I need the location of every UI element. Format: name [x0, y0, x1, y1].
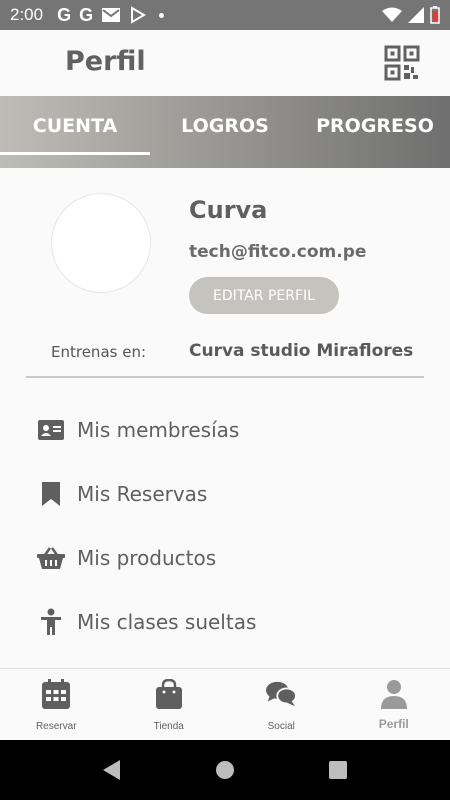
nav-label: Social	[267, 721, 295, 732]
menu-item-productos[interactable]: Mis productos	[0, 530, 450, 586]
tab-cuenta[interactable]: CUENTA	[0, 96, 150, 168]
back-icon[interactable]	[101, 759, 123, 781]
nav-label: Tienda	[153, 721, 184, 732]
avatar[interactable]	[51, 193, 151, 293]
menu-item-reservas[interactable]: Mis Reservas	[0, 466, 450, 522]
edit-profile-button[interactable]: EDITAR PERFIL	[189, 277, 339, 314]
system-nav-bar	[0, 740, 450, 800]
train-location: Curva studio Miraflores	[189, 341, 414, 361]
basket-icon	[37, 544, 65, 572]
tab-bar: CUENTA LOGROS PROGRESO	[0, 96, 450, 168]
id-card-icon	[37, 416, 65, 444]
menu-item-label: Mis Reservas	[77, 482, 208, 506]
user-icon	[379, 679, 409, 709]
bookmark-icon	[37, 480, 65, 508]
tab-logros[interactable]: LOGROS	[150, 96, 300, 168]
nav-label: Reservar	[35, 721, 77, 732]
menu-item-label: Mis membresías	[77, 418, 240, 442]
status-system-icons	[382, 6, 440, 24]
play-store-icon	[131, 6, 147, 24]
recents-icon[interactable]	[327, 759, 349, 781]
status-time: 2:00	[10, 5, 44, 24]
profile-name: Curva	[189, 196, 268, 224]
chat-icon	[266, 679, 297, 709]
menu-item-label: Mis productos	[77, 546, 217, 570]
person-icon	[37, 608, 65, 636]
more-notifications-dot	[159, 12, 165, 18]
qr-code-icon	[384, 45, 420, 81]
nav-item-social[interactable]: Social	[225, 669, 338, 740]
shopping-bag-icon	[154, 679, 184, 709]
battery-icon	[430, 6, 440, 24]
google-icon: G	[79, 4, 94, 25]
bottom-nav: Reservar Tienda Social Perfil	[0, 668, 450, 740]
notification-icons: G G	[57, 4, 165, 26]
qr-code-button[interactable]	[384, 45, 420, 81]
nav-label: Perfil	[378, 717, 409, 731]
train-label: Entrenas en:	[51, 343, 147, 361]
menu-item-clases-sueltas[interactable]: Mis clases sueltas	[0, 594, 450, 650]
tab-progreso[interactable]: PROGRESO	[300, 96, 450, 168]
google-icon: G	[57, 4, 72, 25]
app-header: Perfil	[0, 30, 450, 96]
menu-item-label: Mis clases sueltas	[77, 610, 257, 634]
gmail-icon	[102, 8, 121, 22]
divider	[26, 376, 424, 378]
calendar-icon	[41, 679, 71, 709]
nav-item-reservar[interactable]: Reservar	[0, 669, 113, 740]
nav-item-perfil[interactable]: Perfil	[338, 669, 450, 740]
signal-icon	[408, 7, 424, 23]
wifi-icon	[382, 7, 402, 22]
page-title: Perfil	[65, 46, 146, 77]
nav-item-tienda[interactable]: Tienda	[113, 669, 226, 740]
home-icon[interactable]	[214, 759, 236, 781]
menu-item-membresias[interactable]: Mis membresías	[0, 402, 450, 458]
status-bar: 2:00 G G	[0, 0, 450, 30]
profile-email: tech@fitco.com.pe	[189, 242, 367, 262]
